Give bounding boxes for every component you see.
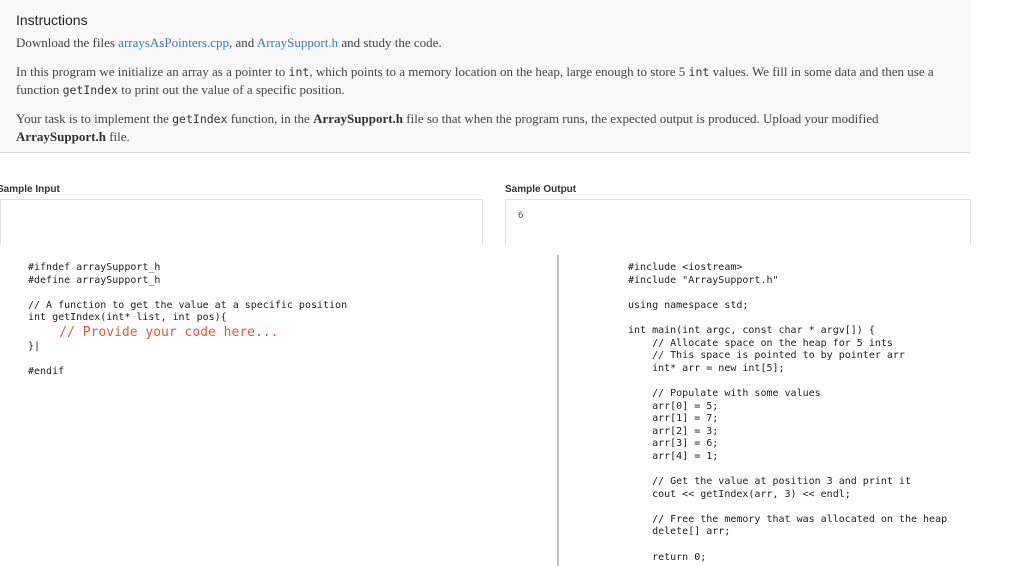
text: Your task is to implement the (16, 111, 173, 126)
header-code-bottom: }| #endif (28, 340, 65, 377)
text: In this program we initialize an array a… (16, 64, 289, 79)
text: function, in the (227, 111, 314, 126)
header-code-top: #ifndef arraySupport_h #define arraySupp… (28, 262, 348, 324)
header-file-editor[interactable]: #ifndef arraySupport_h #define arraySupp… (28, 262, 347, 378)
instructions-paragraph-description: In this program we initialize an array a… (16, 63, 955, 99)
sample-input-label: Sample Input (0, 184, 60, 195)
text: , and (229, 35, 257, 50)
arraysaspointers-link[interactable]: arraysAsPointers.cpp (118, 35, 229, 50)
text: to print out the value of a specific pos… (117, 82, 345, 97)
instructions-paragraph-task: Your task is to implement the getIndex f… (16, 110, 955, 146)
text: , which points to a memory location on t… (309, 64, 689, 79)
arraysupport-link[interactable]: ArraySupport.h (257, 35, 338, 50)
text: file. (105, 129, 130, 144)
sample-output-value: 6 (518, 211, 524, 221)
bold-filename: ArraySupport.h (16, 129, 106, 144)
text: Download the files (16, 35, 119, 50)
bold-filename: ArraySupport.h (313, 111, 404, 126)
inline-code: getIndex (172, 112, 228, 126)
sample-output-label: Sample Output (505, 184, 577, 195)
code-placeholder-comment: // Provide your code here... (28, 324, 279, 340)
sample-output-box (505, 199, 971, 245)
inline-code: int (688, 65, 710, 79)
inline-code: getIndex (62, 83, 118, 97)
main-cpp-code: #include <iostream> #include "ArraySuppo… (628, 262, 948, 563)
sample-input-box (0, 199, 483, 245)
text: file so that when the program runs, the … (403, 111, 879, 126)
instructions-panel: Instructions Download the files arraysAs… (0, 0, 971, 153)
text: and study the code. (338, 35, 442, 50)
code-divider (557, 255, 559, 566)
instructions-title: Instructions (16, 12, 88, 28)
inline-code: int (288, 65, 310, 79)
instructions-paragraph-download: Download the files arraysAsPointers.cpp,… (16, 34, 955, 52)
